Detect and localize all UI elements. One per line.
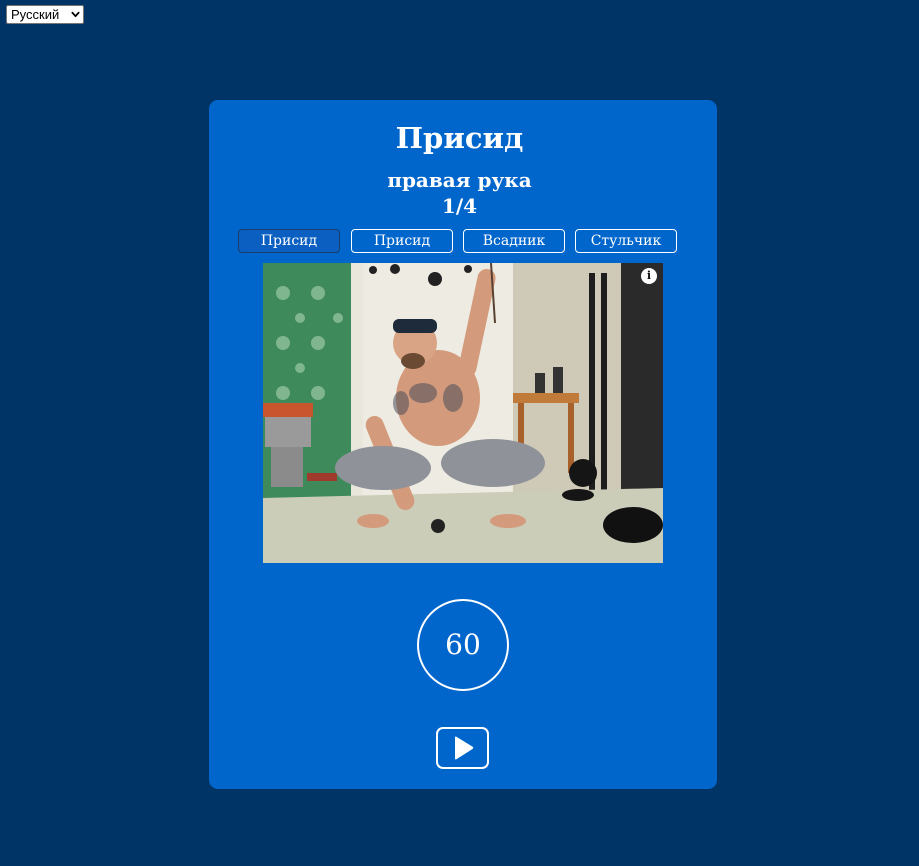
tab-exercise-4[interactable]: Стульчик [575, 229, 677, 253]
exercise-progress: 1/4 [441, 194, 478, 218]
play-icon [454, 736, 473, 760]
exercise-title: Присид [395, 121, 524, 155]
chevron-down-icon [71, 11, 80, 18]
language-select-value: Русский [11, 7, 60, 22]
tab-exercise-2[interactable]: Присид [351, 229, 453, 253]
exercise-photo-illustration [263, 263, 663, 563]
countdown-timer: 60 [417, 599, 509, 691]
tab-exercise-3[interactable]: Всадник [463, 229, 565, 253]
exercise-side: правая рука [387, 168, 532, 192]
info-icon[interactable]: i [641, 268, 657, 284]
play-button[interactable] [436, 727, 489, 769]
language-select[interactable]: Русский [6, 5, 84, 24]
exercise-photo [263, 263, 663, 563]
tab-exercise-1[interactable]: Присид [238, 229, 340, 253]
